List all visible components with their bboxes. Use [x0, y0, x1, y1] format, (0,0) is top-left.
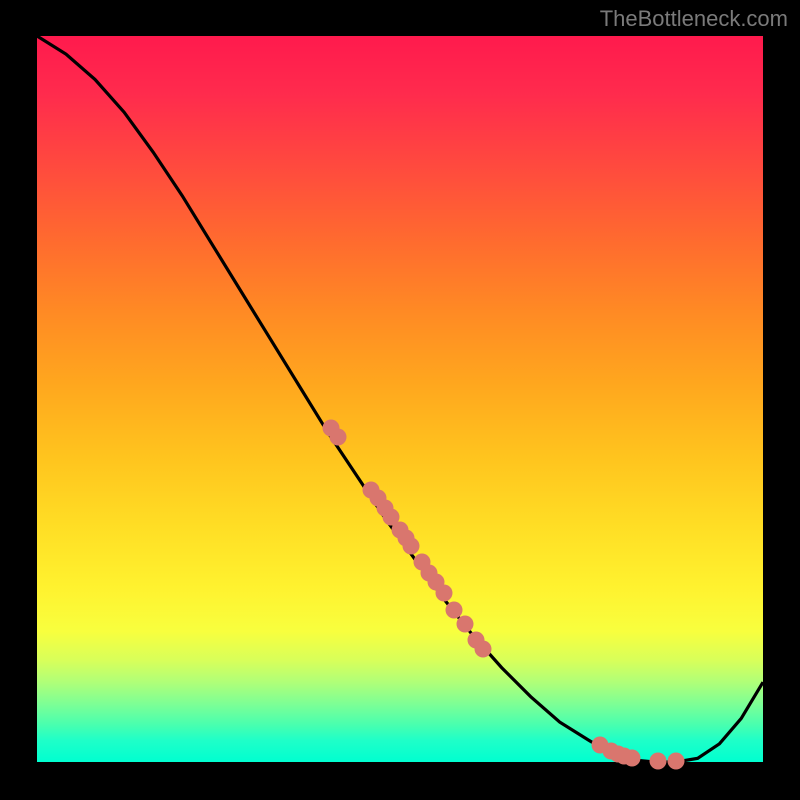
data-point — [435, 584, 452, 601]
watermark-text: TheBottleneck.com — [600, 6, 788, 32]
data-point — [446, 601, 463, 618]
data-point — [624, 750, 641, 767]
data-point — [402, 537, 419, 554]
data-point — [330, 428, 347, 445]
data-point — [649, 752, 666, 769]
chart-plot-area — [37, 36, 763, 762]
bottleneck-curve — [37, 36, 763, 762]
data-point — [667, 752, 684, 769]
data-point — [457, 616, 474, 633]
data-point — [475, 641, 492, 658]
